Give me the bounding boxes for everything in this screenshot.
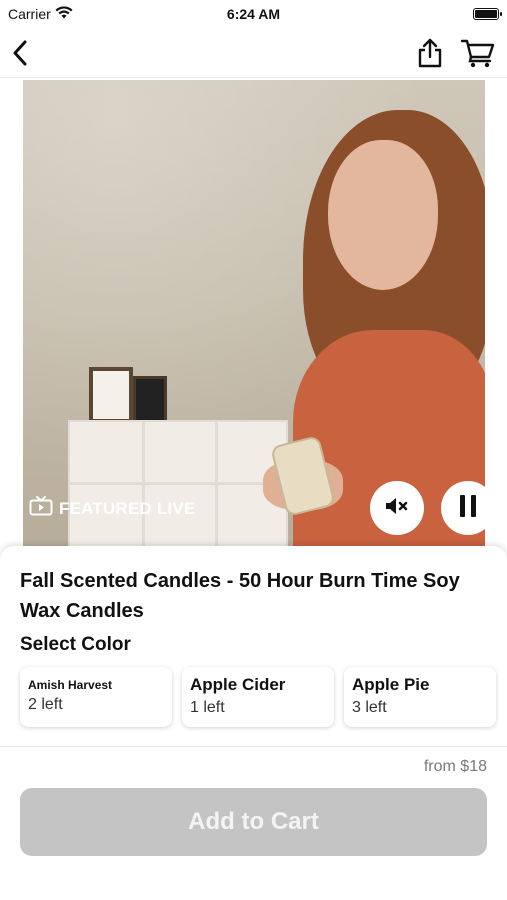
add-to-cart-button[interactable]: Add to Cart	[20, 788, 487, 856]
color-option-apple-cider[interactable]: Apple Cider 1 left	[182, 667, 334, 727]
color-option-amish-harvest[interactable]: Amish Harvest 2 left	[20, 667, 172, 727]
price-label: from $18	[423, 758, 487, 775]
color-options: Amish Harvest 2 left Apple Cider 1 left …	[20, 667, 496, 727]
option-stock: 2 left	[28, 696, 63, 713]
option-stock: 3 left	[352, 699, 387, 716]
status-time: 6:24 AM	[226, 6, 281, 22]
live-video[interactable]: FEATURED LIVE	[23, 80, 485, 546]
tv-icon	[29, 496, 53, 521]
product-title: Fall Scented Candles - 50 Hour Burn Time…	[20, 570, 460, 622]
back-icon[interactable]	[12, 40, 28, 66]
product-sheet: Fall Scented Candles - 50 Hour Burn Time…	[0, 546, 507, 746]
letter-board	[133, 376, 167, 424]
presenter-face	[328, 140, 438, 290]
mute-icon	[384, 496, 410, 521]
nav-actions	[417, 38, 495, 68]
cart-icon[interactable]	[461, 38, 495, 68]
mute-button[interactable]	[370, 481, 424, 535]
battery-icon	[473, 8, 502, 20]
option-stock: 1 left	[190, 699, 225, 716]
footer-divider	[0, 746, 507, 747]
color-option-apple-pie[interactable]: Apple Pie 3 left	[344, 667, 496, 727]
status-bar: Carrier 6:24 AM	[0, 0, 507, 28]
option-name: Apple Cider	[190, 675, 286, 694]
option-name: Amish Harvest	[28, 678, 113, 692]
nav-bar	[0, 28, 507, 78]
select-color-label: Select Color	[20, 634, 131, 655]
share-icon[interactable]	[417, 38, 443, 68]
shelf	[68, 420, 288, 546]
featured-live-label: FEATURED LIVE	[59, 498, 196, 518]
featured-live-badge: FEATURED LIVE	[29, 496, 195, 521]
option-name: Apple Pie	[352, 675, 430, 694]
wall-frame	[89, 367, 133, 423]
pause-icon	[458, 494, 478, 523]
